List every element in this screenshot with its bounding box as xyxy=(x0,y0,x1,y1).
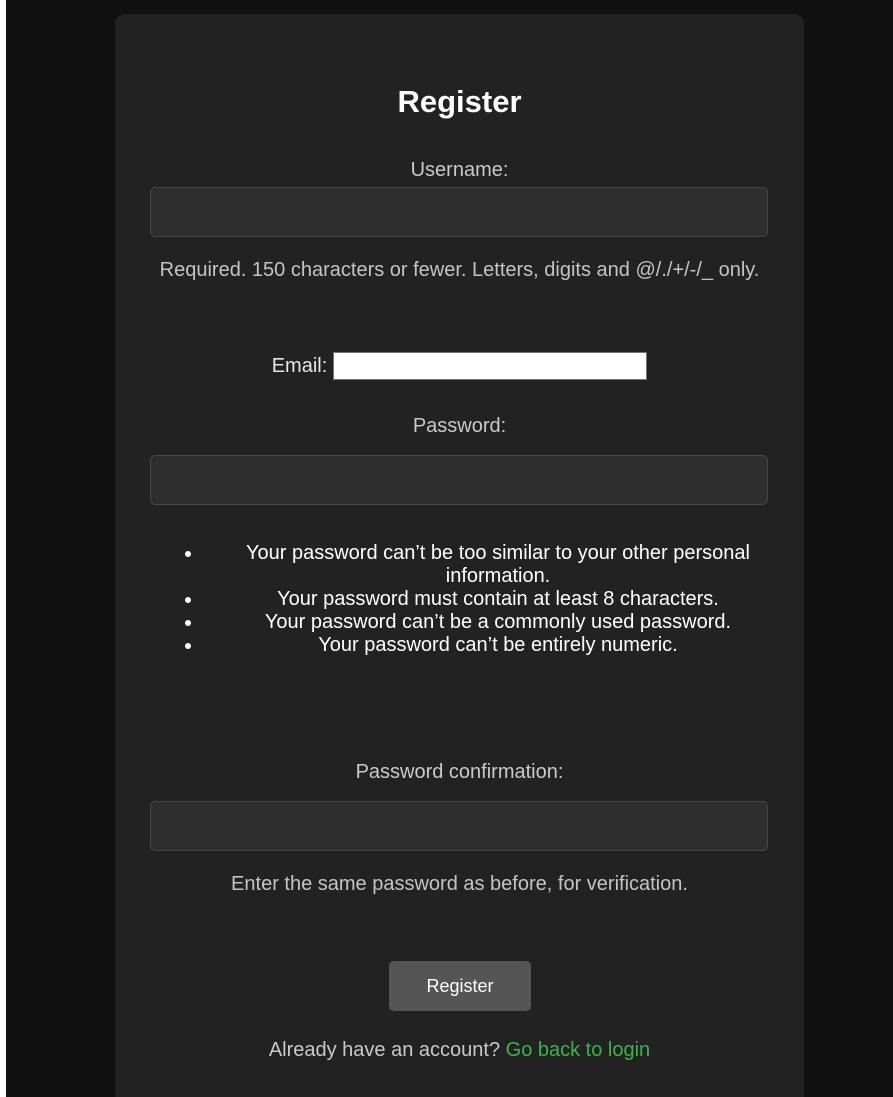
password-rule: Your password can’t be a commonly used p… xyxy=(203,611,793,634)
password-confirmation-input[interactable] xyxy=(150,801,768,851)
go-back-to-login-link[interactable]: Go back to login xyxy=(506,1039,651,1061)
username-input[interactable] xyxy=(150,187,768,237)
register-card: Register Username: Required. 150 charact… xyxy=(115,14,804,1097)
password-rule: Your password can’t be too similar to yo… xyxy=(203,542,793,588)
email-input[interactable] xyxy=(333,352,648,380)
username-help-text: Required. 150 characters or fewer. Lette… xyxy=(159,259,760,281)
register-button[interactable]: Register xyxy=(389,961,531,1011)
password-input[interactable] xyxy=(150,455,768,505)
login-prompt-text: Already have an account? xyxy=(268,1039,506,1061)
email-row: Email: xyxy=(115,352,804,382)
password-rule: Your password can’t be entirely numeric. xyxy=(203,634,793,657)
password-rules-list: Your password can’t be too similar to yo… xyxy=(175,542,793,657)
password-confirmation-label: Password confirmation: xyxy=(355,761,564,783)
login-prompt: Already have an account? Go back to logi… xyxy=(115,1038,804,1062)
username-label: Username: xyxy=(410,159,509,181)
page-background: Register Username: Required. 150 charact… xyxy=(6,0,893,1097)
email-label: Email: xyxy=(271,355,328,377)
password-confirmation-help-text: Enter the same password as before, for v… xyxy=(231,873,688,895)
password-label: Password: xyxy=(412,415,507,437)
page-title: Register xyxy=(397,84,522,119)
password-rule: Your password must contain at least 8 ch… xyxy=(203,588,793,611)
